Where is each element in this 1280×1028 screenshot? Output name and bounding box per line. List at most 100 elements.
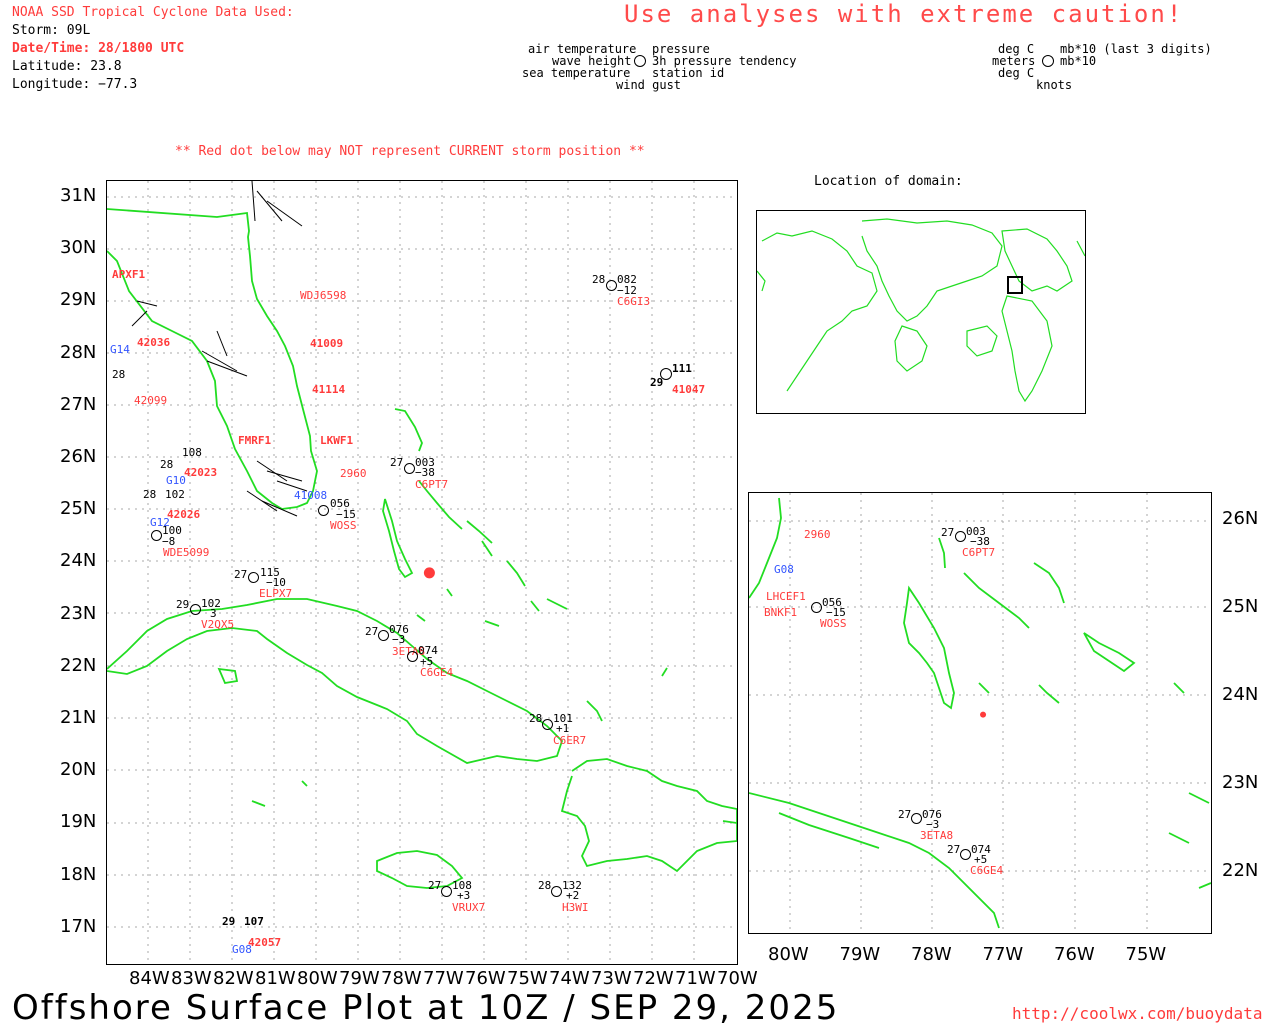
- zoom-lon-75w: 75W: [1125, 944, 1167, 965]
- legend-station-circle-icon-2: [1042, 55, 1054, 67]
- main-lat-22n: 22N: [60, 654, 97, 676]
- inset-title: Location of domain:: [814, 174, 963, 189]
- station-id: 42057: [248, 936, 282, 949]
- station-circle-icon: [606, 280, 617, 291]
- main-lon-79w: 79W: [339, 968, 380, 989]
- main-lat-25n: 25N: [60, 498, 97, 520]
- station-circle-icon: [811, 602, 822, 613]
- station-circle-icon: [404, 463, 415, 474]
- main-lat-17n: 17N: [60, 915, 97, 937]
- longitude: Longitude: −77.3: [12, 77, 138, 92]
- station-id: WDE5099: [163, 546, 210, 559]
- station-id: APXF1: [112, 268, 146, 281]
- main-lat-29n: 29N: [60, 289, 97, 311]
- station-temp: 28: [112, 368, 126, 381]
- station-temp: 27: [428, 879, 442, 892]
- zoom-lat-23n: 23N: [1222, 772, 1259, 793]
- datetime: Date/Time: 28/1800 UTC: [12, 41, 185, 56]
- inset-coastlines: [756, 218, 1086, 403]
- zoom-station-temp: 27: [947, 843, 961, 856]
- main-lat-23n: 23N: [60, 602, 97, 624]
- main-lon-81w: 81W: [255, 968, 296, 989]
- main-lon-82w: 82W: [213, 968, 254, 989]
- zoom-lon-78w: 78W: [911, 944, 952, 965]
- main-lon-84w: 84W: [129, 968, 170, 989]
- main-lon-72w: 72W: [633, 968, 674, 989]
- domain-box: [1007, 276, 1023, 294]
- storm-dot-zoom: [980, 711, 987, 718]
- storm-id: Storm: 09L: [12, 23, 91, 38]
- main-lat-27n: 27N: [60, 393, 97, 415]
- inset-world-map[interactable]: [756, 210, 1086, 414]
- station-pressure: 108: [182, 446, 202, 459]
- station-id: 41047: [672, 383, 706, 396]
- zoom-station-temp: 27: [898, 808, 912, 821]
- glider-id: G08: [232, 943, 252, 956]
- zoom-station-id: C6GE4: [970, 864, 1004, 877]
- main-lat-19n: 19N: [60, 811, 97, 833]
- inset-canvas: [756, 218, 1086, 403]
- main-lat-21n: 21N: [60, 707, 97, 728]
- zoom-station-id: 2960: [804, 528, 831, 541]
- station-id: 42099: [134, 394, 168, 407]
- main-lat-18n: 18N: [60, 863, 97, 885]
- station-id: VRUX7: [452, 901, 486, 914]
- station-circle-icon: [960, 849, 971, 860]
- footer-url[interactable]: http://coolwx.com/buoydata: [1012, 1004, 1262, 1023]
- station-circle-icon: [441, 886, 452, 897]
- station-id: WOSS: [330, 519, 357, 532]
- station-id: 42036: [137, 336, 171, 349]
- station-id: ELPX7: [259, 587, 293, 600]
- station-circle-icon: [378, 630, 389, 641]
- zoom-station-id: 3ETA8: [920, 829, 954, 842]
- zoom-lon-76w: 76W: [1054, 944, 1095, 965]
- main-lat-20n: 20N: [60, 759, 97, 781]
- station-circle-icon: [318, 505, 329, 516]
- main-lon-78w: 78W: [381, 968, 422, 989]
- station-circle-icon: [911, 813, 922, 824]
- zoom-lat-25n: 25N: [1222, 596, 1259, 617]
- main-lon-75w: 75W: [507, 968, 548, 989]
- header-title: NOAA SSD Tropical Cyclone Data Used:: [12, 5, 294, 20]
- legend-wind-gust: wind gust: [616, 78, 682, 92]
- station-id: 42023: [184, 466, 218, 479]
- main-lat-26n: 26N: [60, 446, 97, 467]
- station-id: 2960: [340, 467, 367, 480]
- legend-sea-temp: sea temperature: [522, 66, 631, 80]
- station-circle-icon: [190, 604, 201, 615]
- station-id: WDJ6598: [300, 289, 347, 302]
- zoom-station-id: WOSS: [820, 617, 847, 630]
- main-lon-70w: 70W: [717, 968, 758, 989]
- station-id: C6GE4: [420, 666, 454, 679]
- main-lon-74w: 74W: [549, 968, 590, 989]
- red-dot-note: ** Red dot below may NOT represent CURRE…: [175, 144, 645, 159]
- main-lat-30n: 30N: [60, 237, 97, 259]
- legend-mb2: mb*10: [1060, 54, 1097, 68]
- station-temp: 27: [234, 568, 248, 581]
- storm-position-dot-zoom: [980, 711, 987, 718]
- station-id: C6GI3: [617, 295, 651, 308]
- main-lat-24n: 24N: [60, 550, 97, 572]
- station-circle-icon: [551, 886, 562, 897]
- caution-text: Use analyses with extreme caution!: [624, 0, 1184, 28]
- zoom-station-temp: 27: [941, 526, 955, 539]
- zoom-station-id: BNKF1: [764, 606, 798, 619]
- station-circle-icon: [955, 531, 966, 542]
- zoom-glider-id: G08: [774, 563, 794, 576]
- station-temp: 29: [176, 598, 190, 611]
- station-temp: 27: [390, 456, 404, 469]
- station-pressure: 102: [165, 488, 185, 501]
- station-circle-icon: [660, 368, 672, 380]
- station-id: C6PT7: [415, 478, 449, 491]
- station-circle-icon: [248, 572, 259, 583]
- glider-id: G10: [166, 474, 186, 487]
- zoom-lon-77w: 77W: [982, 944, 1024, 965]
- legend-knots: knots: [1036, 78, 1073, 92]
- main-lon-77w: 77W: [423, 968, 464, 989]
- zoom-station-id: C6PT7: [962, 546, 996, 559]
- station-id: C6ER7: [553, 734, 587, 747]
- storm-position-dot: [423, 567, 435, 579]
- station-id: 42026: [167, 508, 201, 521]
- station-temp: 28: [160, 458, 174, 471]
- station-pressure: 107: [244, 915, 264, 928]
